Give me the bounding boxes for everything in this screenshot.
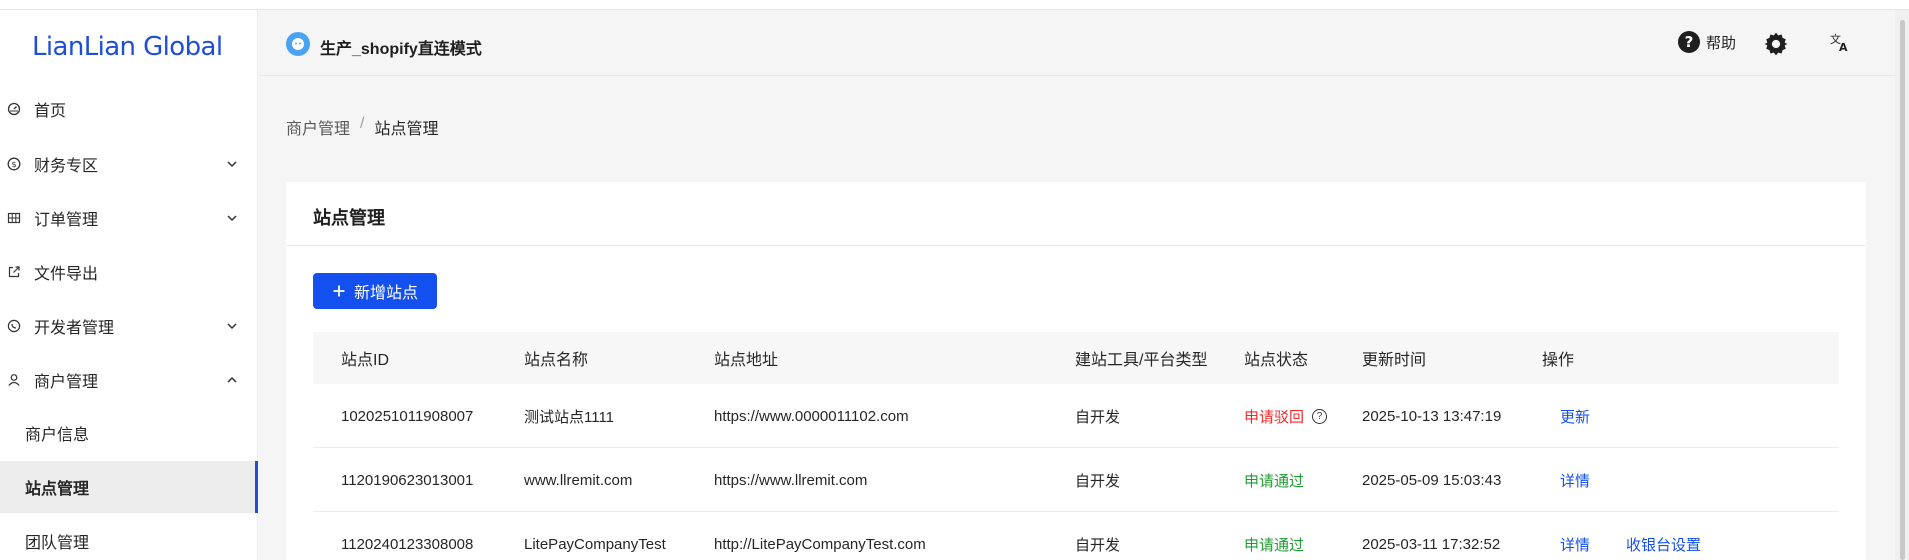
sidebar-item-label: 商户管理 [34,374,99,391]
cell-site-id: 1120190623013001 [341,471,474,489]
breadcrumb-current: 站点管理 [374,121,439,138]
cell-site-url: http://LitePayCompanyTest.com [714,535,926,553]
cell-platform: 自开发 [1075,472,1121,490]
cell-site-name: www.llremit.com [524,471,633,489]
sidebar-item-label: 首页 [34,103,67,120]
sidebar-subitem-label: 商户信息 [25,427,90,444]
cell-site-name: LitePayCompanyTest [524,535,666,553]
svg-text:$: $ [11,160,16,169]
plus-icon [333,285,345,297]
breadcrumb-separator: / [360,115,365,132]
sidebar-subitem-team-management[interactable]: 团队管理 [0,515,258,560]
column-header-platform: 建站工具/平台类型 [1075,352,1208,369]
sidebar-item-label: 开发者管理 [34,320,115,337]
svg-text:?: ? [1685,33,1694,51]
chevron-down-icon [227,161,237,168]
whatsapp-icon [6,318,22,334]
column-header-site-id: 站点ID [341,352,390,369]
table-icon [6,210,22,226]
user-icon [6,372,22,388]
help-circle-icon: ? [1678,31,1700,53]
question-circle-icon[interactable]: ? [1312,408,1328,424]
breadcrumb: 商户管理 / 站点管理 [286,115,438,139]
column-header-site-name: 站点名称 [524,352,589,369]
table-row: 1120240123308008 LitePayCompanyTest http… [313,512,1839,560]
page-scrollbar[interactable] [1900,20,1905,560]
chevron-up-icon [227,376,237,383]
table-row: 1120190623013001 www.llremit.com https:/… [313,448,1839,512]
sidebar-item-label: 财务专区 [34,158,99,175]
sidebar-item-finance[interactable]: $ 财务专区 [0,139,258,189]
column-header-updated: 更新时间 [1362,352,1427,369]
update-link[interactable]: 更新 [1560,384,1590,448]
brand-logo[interactable]: LianLian Global [32,32,223,62]
cell-status: 申请驳回 ? [1244,384,1328,448]
sidebar-subitem-label: 站点管理 [25,481,90,498]
sidebar-item-label: 文件导出 [34,266,99,283]
status-badge-approved: 申请通过 [1244,536,1305,554]
gear-icon[interactable] [1763,31,1789,57]
window-top-bar [0,0,1909,10]
store-avatar-icon [286,32,310,56]
help-label: 帮助 [1706,34,1737,52]
sidebar-item-merchant[interactable]: 商户管理 [0,355,258,405]
checkout-settings-link[interactable]: 收银台设置 [1626,512,1701,560]
sidebar-subitem-merchant-info[interactable]: 商户信息 [0,407,258,459]
card-title: 站点管理 [313,208,385,228]
sidebar: LianLian Global 首页 $ 财务专区 订单管理 文件导出 开发者管… [0,10,258,560]
export-icon [6,264,22,280]
cell-updated: 2025-03-11 17:32:52 [1362,535,1501,553]
chevron-down-icon [227,215,237,222]
top-header: 生产_shopify直连模式 ? 帮助 文 A [259,10,1895,76]
details-link[interactable]: 详情 [1560,448,1590,512]
column-header-site-url: 站点地址 [714,352,779,369]
add-site-button[interactable]: 新增站点 [313,273,437,309]
sidebar-item-home[interactable]: 首页 [0,84,258,134]
cell-site-name: 测试站点1111 [524,408,615,426]
breadcrumb-parent[interactable]: 商户管理 [286,115,350,139]
cell-platform: 自开发 [1075,408,1121,426]
sidebar-item-file-export[interactable]: 文件导出 [0,247,258,297]
sidebar-item-developer[interactable]: 开发者管理 [0,301,258,351]
cell-platform: 自开发 [1075,536,1121,554]
table-header: 站点ID 站点名称 站点地址 建站工具/平台类型 站点状态 更新时间 操作 [313,332,1839,384]
cell-site-url: https://www.0000011102.com [714,407,909,425]
svg-text:A: A [1839,41,1848,53]
store-name[interactable]: 生产_shopify直连模式 [320,35,482,59]
card-divider [286,245,1866,246]
dollar-icon: $ [6,156,22,172]
status-badge-rejected: 申请驳回 [1244,408,1305,426]
cell-updated: 2025-05-09 15:03:43 [1362,471,1502,489]
column-header-actions: 操作 [1542,352,1575,369]
sidebar-item-orders[interactable]: 订单管理 [0,193,258,243]
help-button[interactable]: ? 帮助 [1677,30,1736,54]
cell-site-id: 1020251011908007 [341,407,474,425]
sidebar-item-label: 订单管理 [34,212,99,229]
site-management-card: 站点管理 新增站点 站点ID 站点名称 站点地址 建站工具/平台类型 站点状态 … [286,182,1866,560]
translate-icon[interactable]: 文 A [1829,31,1851,53]
chevron-down-icon [227,323,237,330]
dashboard-icon [6,101,22,117]
cell-site-id: 1120240123308008 [341,535,474,553]
sidebar-subitem-label: 团队管理 [25,535,90,552]
table-row: 1020251011908007 测试站点1111 https://www.00… [313,384,1839,448]
cell-site-url: https://www.llremit.com [714,471,868,489]
column-header-status: 站点状态 [1244,352,1309,369]
cell-updated: 2025-10-13 13:47:19 [1362,407,1502,425]
sidebar-subitem-site-management[interactable]: 站点管理 [0,461,258,513]
add-site-label: 新增站点 [353,285,418,302]
details-link[interactable]: 详情 [1560,512,1590,560]
status-badge-approved: 申请通过 [1244,472,1305,490]
